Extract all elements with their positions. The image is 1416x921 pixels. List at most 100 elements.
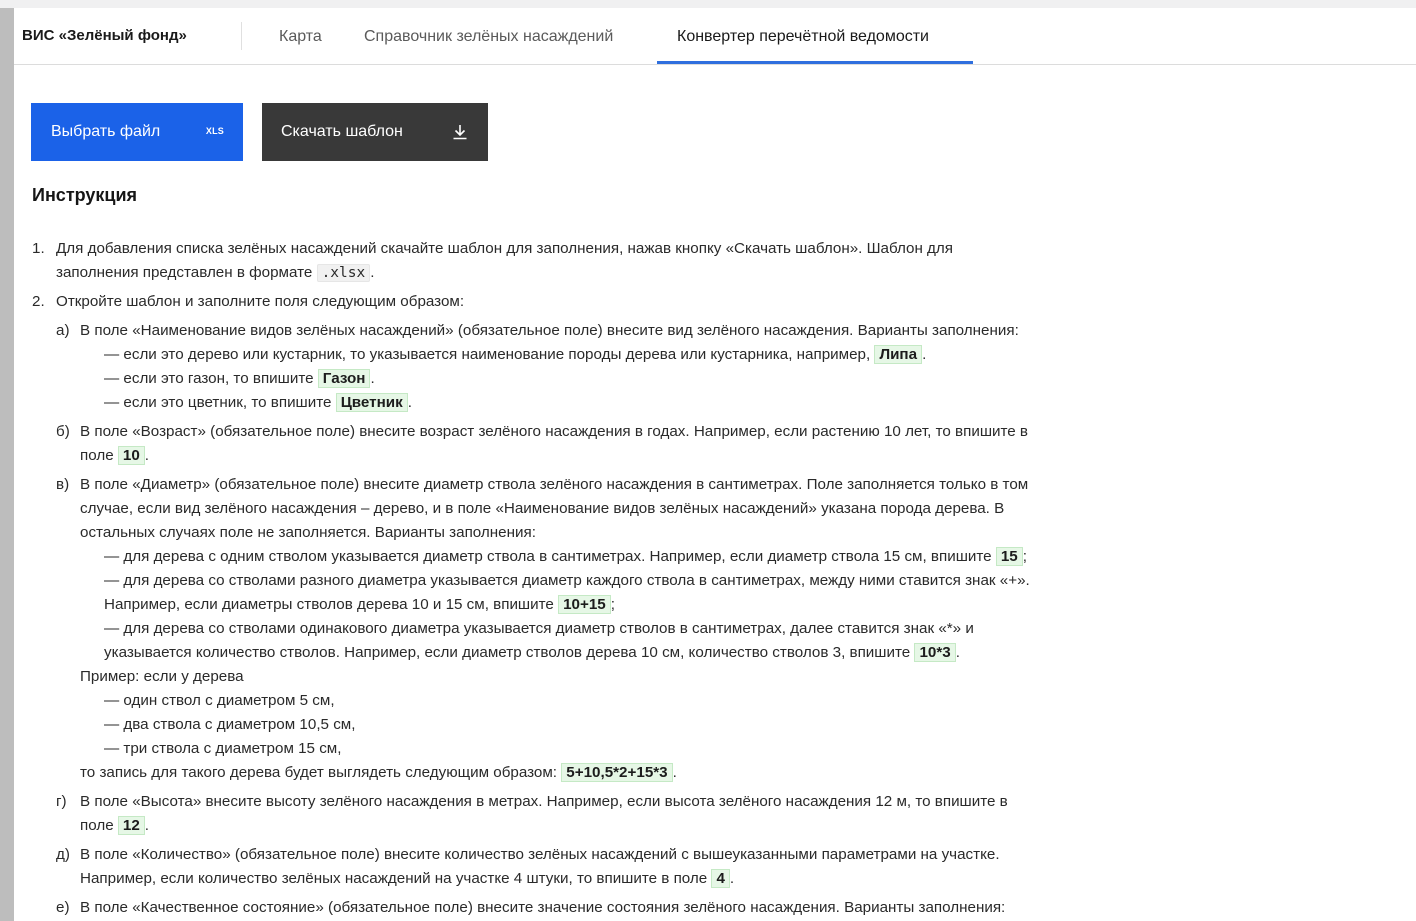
- example-value: Липа: [874, 345, 923, 364]
- line-text: В поле «Высота» внесите высоту зелёного …: [80, 793, 1008, 810]
- instruction-line: д) В поле «Количество» (обязательное поле…: [32, 843, 1192, 867]
- instruction-line: Пример: если у дерева: [32, 665, 1192, 689]
- example-value: 5+10,5*2+15*3: [561, 763, 673, 782]
- instructions-list: 1. Для добавления списка зелёных насажден…: [32, 237, 1192, 920]
- line-text: поле: [80, 447, 114, 464]
- top-navigation: ВИС «Зелёный фонд» Карта Справочник зелё…: [14, 8, 1416, 65]
- app-brand[interactable]: ВИС «Зелёный фонд»: [22, 27, 187, 44]
- instruction-line: — для дерева с одним стволом указывается…: [32, 545, 1192, 569]
- instruction-line: — два ствола с диаметром 10,5 см,: [32, 713, 1192, 737]
- line-text: В поле «Возраст» (обязательное поле) вне…: [80, 423, 1029, 440]
- example-value: 4: [711, 869, 730, 888]
- download-icon: [453, 125, 467, 140]
- tab-plants-directory[interactable]: Справочник зелёных насаждений: [364, 8, 613, 64]
- example-value: 10*3: [914, 643, 956, 662]
- example-value: 10+15: [558, 595, 611, 614]
- instruction-line: — если это цветник, то впишите Цветник.: [32, 391, 1192, 415]
- line-text: поле: [80, 817, 114, 834]
- line-text: Откройте шаблон и заполните поля следующ…: [56, 293, 465, 310]
- line-text: — три ствола с диаметром 15 см,: [104, 740, 342, 757]
- instruction-line: — для дерева со стволами разного диаметр…: [32, 569, 1192, 593]
- instruction-line: остальных случаях поле не заполняется. В…: [32, 521, 1192, 545]
- list-marker: в): [56, 476, 70, 493]
- example-value: 15: [995, 547, 1023, 566]
- line-text: то запись для такого дерева будет выгляд…: [80, 764, 558, 781]
- example-value: 10: [117, 446, 145, 465]
- instruction-line: — для дерева со стволами одинакового диа…: [32, 617, 1192, 641]
- instruction-line: — один ствол с диаметром 5 см,: [32, 689, 1192, 713]
- line-text: В поле «Наименование видов зелёных насаж…: [80, 322, 1019, 339]
- download-template-label: Скачать шаблон: [281, 123, 403, 140]
- line-punctuation: .: [144, 447, 150, 464]
- line-text: В поле «Диаметр» (обязательное поле) вне…: [80, 476, 1029, 493]
- instruction-line: — если это газон, то впишите Газон.: [32, 367, 1192, 391]
- line-text: Например, если количество зелёных насажд…: [80, 870, 708, 887]
- line-text: остальных случаях поле не заполняется. В…: [80, 524, 536, 541]
- instruction-line: Например, если диаметры стволов дерева 1…: [32, 593, 1192, 617]
- example-value: 12: [117, 816, 145, 835]
- instruction-line: 1. Для добавления списка зелёных насажден…: [32, 237, 1192, 261]
- list-marker: д): [56, 846, 70, 863]
- instruction-line: поле 12.: [32, 814, 1192, 838]
- line-text: — для дерева со стволами разного диаметр…: [104, 572, 1030, 589]
- instruction-line: — если это дерево или кустарник, то указ…: [32, 343, 1192, 367]
- instruction-line: случае, если вид зелёного насаждения – д…: [32, 497, 1192, 521]
- line-text: — если это газон, то впишите: [104, 370, 314, 387]
- line-text: — один ствол с диаметром 5 см,: [104, 692, 335, 709]
- line-punctuation: .: [922, 346, 927, 363]
- left-edge: [0, 0, 14, 921]
- line-text: — два ствола с диаметром 10,5 см,: [104, 716, 356, 733]
- xls-file-icon: XLS: [205, 126, 224, 136]
- list-marker: 2.: [32, 293, 45, 310]
- instruction-line: 2. Откройте шаблон и заполните поля следу…: [32, 290, 1192, 314]
- line-text: — для дерева с одним стволом указывается…: [104, 548, 992, 565]
- line-text: случае, если вид зелёного насаждения – д…: [80, 500, 1005, 517]
- instruction-line: то запись для такого дерева будет выгляд…: [32, 761, 1192, 785]
- instruction-line: Например, если количество зелёных насажд…: [32, 867, 1192, 891]
- instruction-line: е) В поле «Качественное состояние» (обяза…: [32, 896, 1192, 920]
- format-code: .xlsx: [316, 264, 371, 282]
- list-marker: г): [56, 793, 67, 810]
- line-text: Для добавления списка зелёных насаждений…: [56, 240, 954, 257]
- line-text: В поле «Количество» (обязательное поле) …: [80, 846, 1000, 863]
- instruction-line: а) В поле «Наименование видов зелёных нас…: [32, 319, 1192, 343]
- list-marker: а): [56, 322, 70, 339]
- active-tab-indicator: [657, 61, 973, 64]
- choose-file-label: Выбрать файл: [51, 123, 161, 140]
- instruction-line: поле 10.: [32, 444, 1192, 468]
- line-text: — для дерева со стволами одинакового диа…: [104, 620, 974, 637]
- line-punctuation: .: [672, 764, 677, 781]
- line-punctuation: .: [370, 264, 375, 281]
- line-punctuation: ;: [1022, 548, 1027, 565]
- nav-divider: [241, 22, 242, 50]
- instruction-line: — три ствола с диаметром 15 см,: [32, 737, 1192, 761]
- line-text: — если это цветник, то впишите: [104, 394, 332, 411]
- instruction-line: заполнения представлен в формате .xlsx.: [32, 261, 1192, 285]
- instruction-line: г) В поле «Высота» внесите высоту зелёног…: [32, 790, 1192, 814]
- top-edge: [0, 0, 1416, 8]
- download-template-button[interactable]: Скачать шаблон: [262, 103, 488, 161]
- tab-map[interactable]: Карта: [279, 8, 322, 64]
- line-text: — если это дерево или кустарник, то указ…: [104, 346, 871, 363]
- tab-converter[interactable]: Конвертер перечётной ведомости: [677, 8, 929, 64]
- example-value: Цветник: [335, 393, 408, 412]
- line-text: Пример: если у дерева: [80, 668, 244, 685]
- list-marker: е): [56, 899, 70, 916]
- line-punctuation: .: [729, 870, 735, 887]
- line-punctuation: .: [407, 394, 412, 411]
- list-marker: б): [56, 423, 70, 440]
- instruction-line: указывается количество стволов. Например…: [32, 641, 1192, 665]
- line-punctuation: .: [955, 644, 960, 661]
- instruction-line: б) В поле «Возраст» (обязательное поле) в…: [32, 420, 1192, 444]
- line-text: В поле «Качественное состояние» (обязате…: [80, 899, 1006, 916]
- line-text: Например, если диаметры стволов дерева 1…: [104, 596, 554, 613]
- list-marker: 1.: [32, 240, 45, 257]
- line-punctuation: .: [370, 370, 375, 387]
- instructions-heading: Инструкция: [32, 185, 138, 205]
- line-punctuation: ;: [610, 596, 615, 613]
- page: ВИС «Зелёный фонд» Карта Справочник зелё…: [14, 8, 1416, 921]
- line-text: указывается количество стволов. Например…: [104, 644, 911, 661]
- instruction-line: в) В поле «Диаметр» (обязательное поле) в…: [32, 473, 1192, 497]
- example-value: Газон: [317, 369, 371, 388]
- choose-file-button[interactable]: Выбрать файл XLS: [31, 103, 243, 161]
